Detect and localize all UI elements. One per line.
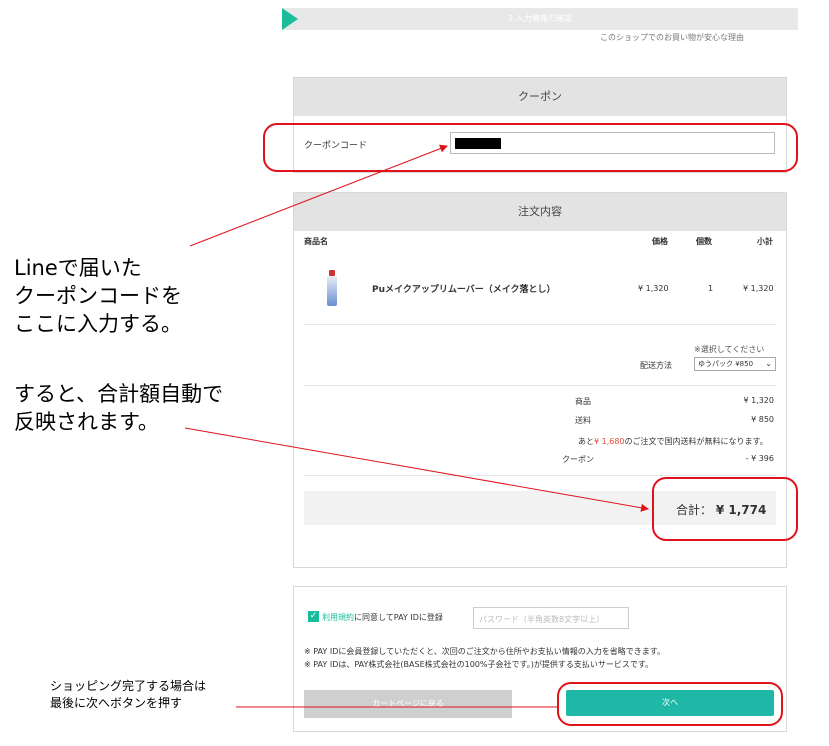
annotation-text-1: Lineで届いた クーポンコードを ここに入力する。 <box>14 256 182 336</box>
coupon-arrow <box>189 144 448 247</box>
total-arrow <box>184 427 649 512</box>
annotation-text-3: ショッピング完了する場合は 最後に次へボタンを押す <box>50 679 207 710</box>
annotation-text-2: すると、合計額自動で 反映されます。 <box>14 382 224 434</box>
annotation-arrows <box>184 144 649 708</box>
